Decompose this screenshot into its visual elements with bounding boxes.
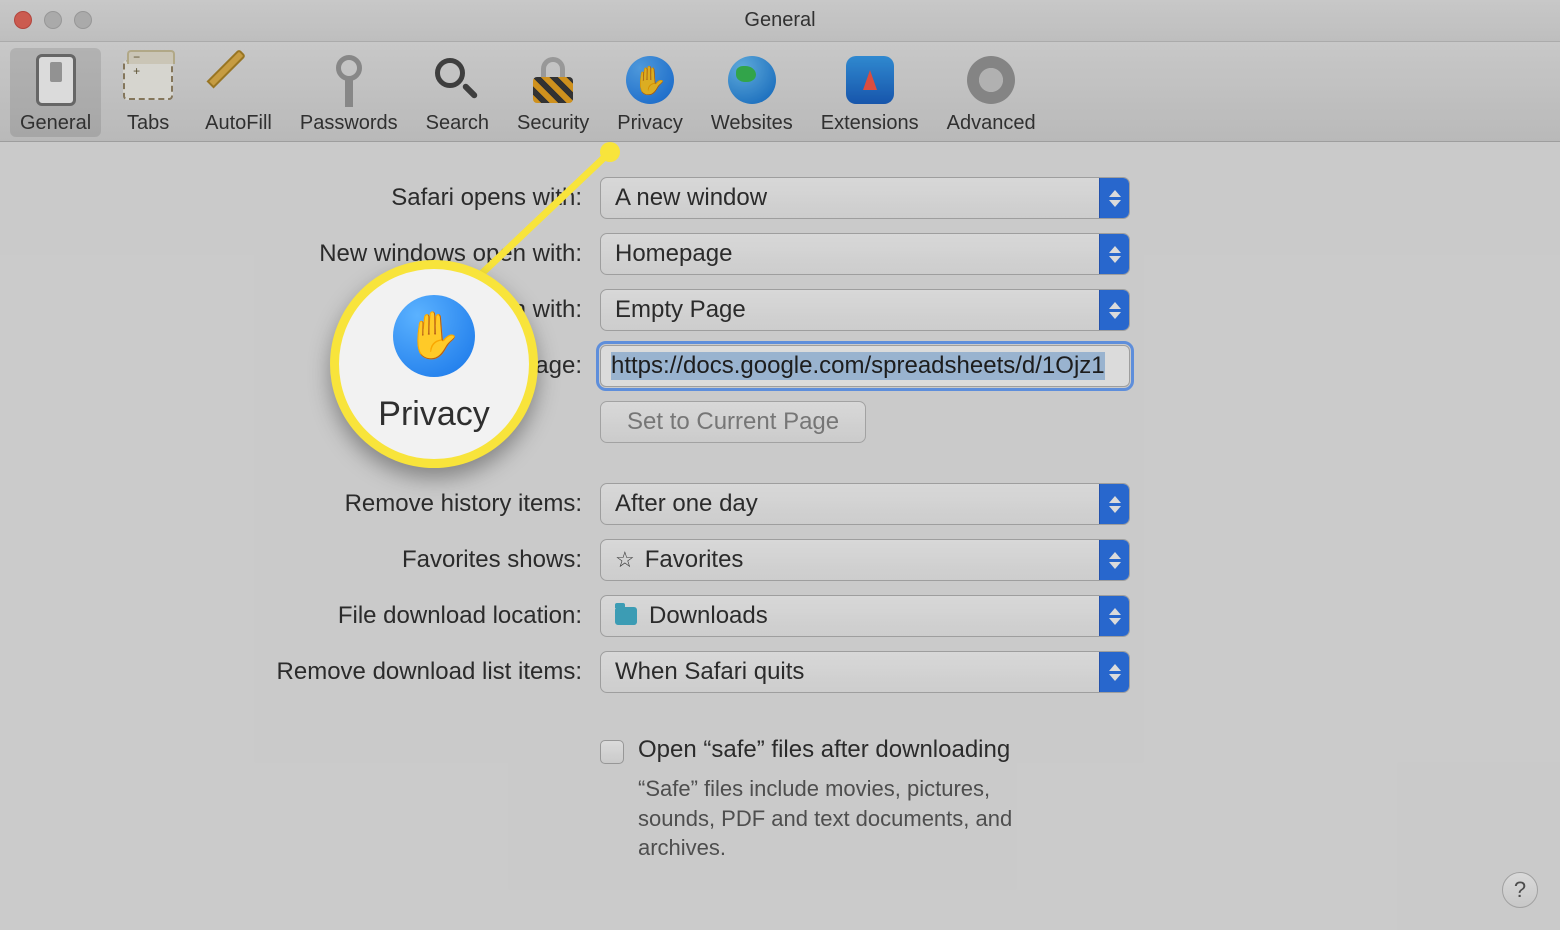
chevron-updown-icon	[1099, 652, 1129, 692]
window-title: General	[0, 9, 1560, 32]
select-value: Favorites	[645, 546, 744, 574]
tabs-icon	[120, 52, 176, 108]
label-homepage: omepage:	[0, 352, 600, 380]
chevron-updown-icon	[1099, 234, 1129, 274]
folder-icon	[615, 607, 637, 625]
select-value: Homepage	[615, 240, 732, 268]
close-icon[interactable]	[14, 11, 32, 29]
tab-label: Tabs	[127, 112, 169, 135]
zoom-icon[interactable]	[74, 11, 92, 29]
gear-icon	[963, 52, 1019, 108]
select-remove-history[interactable]: After one day	[600, 483, 1130, 525]
tab-label: General	[20, 112, 91, 135]
label-new-windows: New windows open with:	[0, 240, 600, 268]
switch-icon	[28, 52, 84, 108]
chevron-updown-icon	[1099, 178, 1129, 218]
tab-search[interactable]: Search	[416, 48, 499, 137]
general-settings: Safari opens with: A new window New wind…	[0, 142, 1560, 863]
label-favorites-shows: Favorites shows:	[0, 546, 600, 574]
chevron-updown-icon	[1099, 290, 1129, 330]
set-current-page-button[interactable]: Set to Current Page	[600, 401, 866, 443]
search-icon	[429, 52, 485, 108]
label-new-tabs: open with:	[0, 296, 600, 324]
tab-label: Extensions	[821, 112, 919, 135]
tab-label: Security	[517, 112, 589, 135]
tab-advanced[interactable]: Advanced	[937, 48, 1046, 137]
select-value: Downloads	[649, 602, 768, 630]
titlebar: General	[0, 0, 1560, 42]
label-safari-opens-with: Safari opens with:	[0, 184, 600, 212]
tab-privacy[interactable]: ✋ Privacy	[607, 48, 693, 137]
tab-label: Websites	[711, 112, 793, 135]
select-new-tabs[interactable]: Empty Page	[600, 289, 1130, 331]
help-button[interactable]: ?	[1502, 872, 1538, 908]
tab-label: Search	[426, 112, 489, 135]
select-favorites[interactable]: ☆ Favorites	[600, 539, 1130, 581]
tab-security[interactable]: Security	[507, 48, 599, 137]
open-safe-description: “Safe” files include movies, pictures, s…	[638, 774, 1068, 863]
pencil-icon	[211, 52, 267, 108]
label-download-location: File download location:	[0, 602, 600, 630]
select-new-windows[interactable]: Homepage	[600, 233, 1130, 275]
select-value: When Safari quits	[615, 658, 804, 686]
select-remove-downloads[interactable]: When Safari quits	[600, 651, 1130, 693]
star-icon: ☆	[615, 547, 635, 573]
key-icon	[321, 52, 377, 108]
homepage-field[interactable]: https://docs.google.com/spreadsheets/d/1…	[600, 345, 1130, 387]
select-value: Empty Page	[615, 296, 746, 324]
chevron-updown-icon	[1099, 596, 1129, 636]
minimize-icon[interactable]	[44, 11, 62, 29]
select-safari-opens-with[interactable]: A new window	[600, 177, 1130, 219]
tab-label: AutoFill	[205, 112, 272, 135]
globe-icon	[724, 52, 780, 108]
tab-general[interactable]: General	[10, 48, 101, 137]
tab-label: Passwords	[300, 112, 398, 135]
tab-label: Advanced	[947, 112, 1036, 135]
chevron-updown-icon	[1099, 540, 1129, 580]
select-value: After one day	[615, 490, 758, 518]
tab-passwords[interactable]: Passwords	[290, 48, 408, 137]
tab-label: Privacy	[617, 112, 683, 135]
compass-icon	[842, 52, 898, 108]
open-safe-label: Open “safe” files after downloading	[638, 736, 1068, 764]
tab-autofill[interactable]: AutoFill	[195, 48, 282, 137]
chevron-updown-icon	[1099, 484, 1129, 524]
homepage-value: https://docs.google.com/spreadsheets/d/1…	[611, 352, 1105, 380]
tab-tabs[interactable]: Tabs	[109, 48, 187, 137]
label-remove-history: Remove history items:	[0, 490, 600, 518]
select-value: A new window	[615, 184, 767, 212]
lock-icon	[525, 52, 581, 108]
label-remove-downloads: Remove download list items:	[0, 658, 600, 686]
tab-extensions[interactable]: Extensions	[811, 48, 929, 137]
preferences-toolbar: General Tabs AutoFill Passwords Search S…	[0, 42, 1560, 142]
tab-websites[interactable]: Websites	[701, 48, 803, 137]
open-safe-checkbox[interactable]	[600, 740, 624, 764]
hand-icon: ✋	[622, 52, 678, 108]
select-download-location[interactable]: Downloads	[600, 595, 1130, 637]
